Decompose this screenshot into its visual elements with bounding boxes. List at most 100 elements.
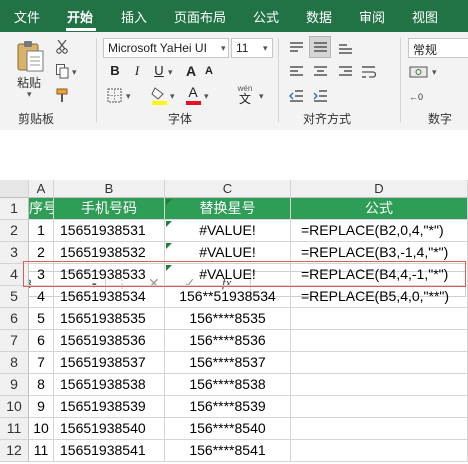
cell-a[interactable]: 7 xyxy=(29,352,54,374)
fill-color-icon[interactable] xyxy=(150,85,168,105)
row-header[interactable]: 4 xyxy=(0,264,29,286)
select-all-corner[interactable] xyxy=(0,180,29,198)
align-left-icon[interactable] xyxy=(287,63,305,81)
header-cell-a[interactable]: 序号 xyxy=(29,198,54,220)
cell-b[interactable]: 15651938536 xyxy=(54,330,165,352)
phonetic-icon[interactable]: wén 文 xyxy=(234,84,256,106)
font-name-dropdown-icon[interactable]: ▾ xyxy=(221,43,226,54)
format-painter-icon[interactable] xyxy=(55,87,69,103)
decrease-indent-icon[interactable] xyxy=(287,87,305,105)
cell-b[interactable]: 15651938538 xyxy=(54,374,165,396)
row-header[interactable]: 2 xyxy=(0,220,29,242)
increase-decimal-icon[interactable]: ←0 xyxy=(408,87,430,105)
cell-d[interactable] xyxy=(291,308,468,330)
currency-dropdown-icon[interactable]: ▾ xyxy=(432,67,437,78)
cell-a[interactable]: 3 xyxy=(29,264,54,286)
cell-a[interactable]: 10 xyxy=(29,418,54,440)
header-cell-d[interactable]: 公式 xyxy=(291,198,468,220)
font-name-combo[interactable]: Microsoft YaHei UI xyxy=(103,38,229,58)
tab-review[interactable]: 审阅 xyxy=(359,7,385,26)
cell-d[interactable] xyxy=(291,330,468,352)
border-icon[interactable] xyxy=(105,86,123,104)
cell-c[interactable]: 156****8540 xyxy=(165,418,291,440)
font-color-dropdown-icon[interactable]: ▾ xyxy=(204,91,209,102)
header-cell-b[interactable]: 手机号码 xyxy=(54,198,165,220)
cell-b[interactable]: 15651938537 xyxy=(54,352,165,374)
header-cell-c[interactable]: 替换星号 xyxy=(165,198,291,220)
underline-dropdown-icon[interactable]: ▾ xyxy=(168,67,173,78)
increase-indent-icon[interactable] xyxy=(311,87,329,105)
row-header[interactable]: 10 xyxy=(0,396,29,418)
phonetic-dropdown-icon[interactable]: ▾ xyxy=(259,91,264,102)
cell-b[interactable]: 15651938539 xyxy=(54,396,165,418)
number-format-combo[interactable]: 常规 xyxy=(408,38,468,58)
error-indicator-icon[interactable] xyxy=(166,265,172,271)
cell-a[interactable]: 5 xyxy=(29,308,54,330)
cut-icon[interactable] xyxy=(55,39,69,55)
align-middle-icon[interactable] xyxy=(309,36,331,58)
bold-button[interactable]: B xyxy=(106,62,124,80)
column-header-b[interactable]: B xyxy=(54,180,165,198)
cell-c[interactable]: #VALUE! xyxy=(165,242,291,264)
row-header[interactable]: 12 xyxy=(0,440,29,462)
underline-button[interactable]: U xyxy=(150,62,168,80)
align-center-icon[interactable] xyxy=(311,63,329,81)
row-header[interactable]: 9 xyxy=(0,374,29,396)
cell-b[interactable]: 15651938535 xyxy=(54,308,165,330)
cell-d[interactable] xyxy=(291,396,468,418)
cell-a[interactable]: 9 xyxy=(29,396,54,418)
cell-c[interactable]: 156****8538 xyxy=(165,374,291,396)
row-header[interactable]: 11 xyxy=(0,418,29,440)
cell-c[interactable]: 156****8537 xyxy=(165,352,291,374)
cell-a[interactable]: 1 xyxy=(29,220,54,242)
error-indicator-icon[interactable] xyxy=(166,243,172,249)
cell-b[interactable]: 15651938533 xyxy=(54,264,165,286)
cell-b[interactable]: 15651938534 xyxy=(54,286,165,308)
cell-c[interactable]: #VALUE! xyxy=(165,220,291,242)
increase-font-button[interactable]: A xyxy=(182,62,200,80)
row-header[interactable]: 7 xyxy=(0,330,29,352)
cell-d[interactable]: =REPLACE(B4,4,-1,"*") xyxy=(291,264,468,286)
tab-page-layout[interactable]: 页面布局 xyxy=(174,7,226,26)
cell-c[interactable]: 156****8536 xyxy=(165,330,291,352)
cell-a[interactable]: 4 xyxy=(29,286,54,308)
row-header[interactable]: 8 xyxy=(0,352,29,374)
font-color-icon[interactable]: A xyxy=(184,84,202,105)
tab-formulas[interactable]: 公式 xyxy=(253,7,279,26)
align-bottom-icon[interactable] xyxy=(336,39,354,57)
cell-d[interactable]: =REPLACE(B3,-1,4,"*") xyxy=(291,242,468,264)
fill-color-dropdown-icon[interactable]: ▾ xyxy=(170,91,175,102)
cell-d[interactable] xyxy=(291,440,468,462)
decrease-font-button[interactable]: A xyxy=(200,62,218,80)
cell-c[interactable]: #VALUE! xyxy=(165,264,291,286)
error-indicator-icon[interactable] xyxy=(166,221,172,227)
cell-d[interactable] xyxy=(291,374,468,396)
cell-d[interactable] xyxy=(291,418,468,440)
paste-icon[interactable] xyxy=(14,38,46,74)
column-header-c[interactable]: C xyxy=(165,180,291,198)
cell-d[interactable]: =REPLACE(B2,0,4,"*") xyxy=(291,220,468,242)
cell-c[interactable]: 156****8535 xyxy=(165,308,291,330)
cell-c[interactable]: 156****8539 xyxy=(165,396,291,418)
row-header[interactable]: 6 xyxy=(0,308,29,330)
italic-button[interactable]: I xyxy=(128,62,146,80)
cell-b[interactable]: 15651938541 xyxy=(54,440,165,462)
cell-a[interactable]: 2 xyxy=(29,242,54,264)
cell-d[interactable]: =REPLACE(B5,4,0,"**") xyxy=(291,286,468,308)
align-right-icon[interactable] xyxy=(336,63,354,81)
column-header-d[interactable]: D xyxy=(291,180,468,198)
row-header[interactable]: 5 xyxy=(0,286,29,308)
row-header[interactable]: 1 xyxy=(0,198,29,220)
currency-icon[interactable] xyxy=(408,63,430,81)
tab-file[interactable]: 文件 xyxy=(14,7,40,26)
cell-b[interactable]: 15651938540 xyxy=(54,418,165,440)
cell-a[interactable]: 11 xyxy=(29,440,54,462)
copy-dropdown-icon[interactable]: ▾ xyxy=(72,67,77,78)
column-header-a[interactable]: A xyxy=(29,180,54,198)
row-header[interactable]: 3 xyxy=(0,242,29,264)
cell-c[interactable]: 156****8541 xyxy=(165,440,291,462)
tab-home[interactable]: 开始 xyxy=(67,7,93,26)
cell-d[interactable] xyxy=(291,352,468,374)
paste-dropdown-icon[interactable]: ▾ xyxy=(27,89,32,100)
tab-view[interactable]: 视图 xyxy=(412,7,438,26)
